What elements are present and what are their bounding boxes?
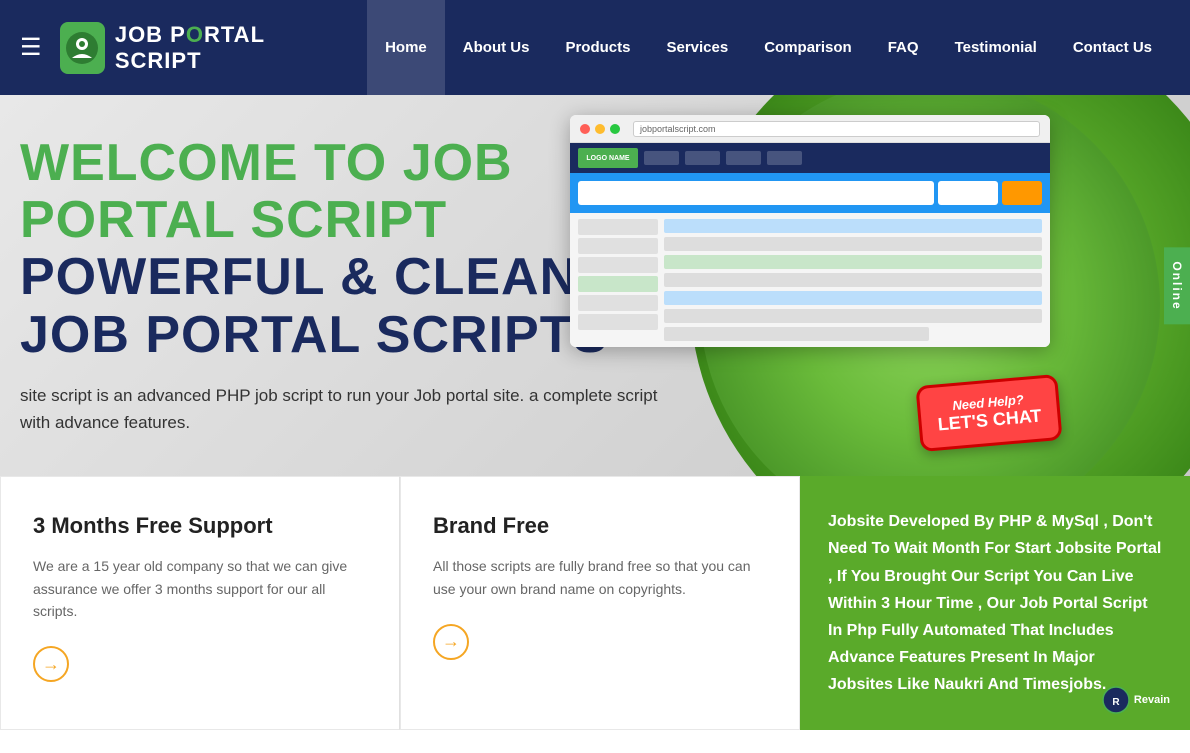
nav-faq[interactable]: FAQ (870, 0, 937, 95)
mockup-sidebar-item (578, 295, 658, 311)
svg-text:R: R (1112, 697, 1120, 708)
need-help-badge[interactable]: Need Help? LET'S CHAT (915, 374, 1062, 452)
mockup-body (570, 213, 1050, 347)
navbar: ☰ JOB PORTAL SCRIPT Home About Us Produc… (0, 0, 1190, 95)
mockup-row (664, 291, 1042, 305)
browser-dot-red (580, 124, 590, 134)
mockup-nav-1 (644, 151, 679, 165)
logo-text: JOB PORTAL SCRIPT (115, 22, 327, 74)
card-brand: Brand Free All those scripts are fully b… (400, 476, 800, 730)
mockup-row (664, 273, 1042, 287)
nav-contact[interactable]: Contact Us (1055, 0, 1170, 95)
hamburger-menu[interactable]: ☰ (20, 33, 42, 62)
nav-products[interactable]: Products (547, 0, 648, 95)
revain-label: Revain (1134, 694, 1170, 706)
mockup-row (664, 237, 1042, 251)
mockup-search-bar-2 (938, 181, 998, 205)
mockup-sidebar-item (578, 238, 658, 254)
mockup-row (664, 255, 1042, 269)
green-card-text: Jobsite Developed By PHP & MySql , Don't… (828, 508, 1162, 698)
hero-section: WELCOME TO JOB PORTAL SCRIPT POWERFUL & … (0, 95, 1190, 476)
browser-dot-green (610, 124, 620, 134)
mockup-sidebar (578, 219, 658, 341)
nav-comparison[interactable]: Comparison (746, 0, 870, 95)
mockup-row (664, 219, 1042, 233)
mockup-search-bar (578, 181, 934, 205)
mockup-row (664, 309, 1042, 323)
card-support-title: 3 Months Free Support (33, 513, 367, 539)
mockup-nav-4 (767, 151, 802, 165)
logo[interactable]: JOB PORTAL SCRIPT (60, 22, 328, 74)
card-brand-title: Brand Free (433, 513, 767, 539)
nav-menu: Home About Us Products Services Comparis… (367, 0, 1170, 95)
card-support-text: We are a 15 year old company so that we … (33, 555, 367, 622)
mockup-search-button (1002, 181, 1042, 205)
browser-dot-yellow (595, 124, 605, 134)
browser-url: jobportalscript.com (633, 121, 1040, 137)
card-support: 3 Months Free Support We are a 15 year o… (0, 476, 400, 730)
browser-content: LOGO NAME (570, 143, 1050, 347)
mockup-main (664, 219, 1042, 341)
mockup-search-area (570, 173, 1050, 213)
mockup-row (664, 327, 929, 341)
mockup-sidebar-item (578, 314, 658, 330)
mockup-sidebar-item (578, 257, 658, 273)
nav-testimonial[interactable]: Testimonial (937, 0, 1055, 95)
nav-services[interactable]: Services (648, 0, 746, 95)
hero-screenshot: jobportalscript.com LOGO NAME (570, 115, 1050, 347)
nav-about[interactable]: About Us (445, 0, 548, 95)
mockup-header: LOGO NAME (570, 143, 1050, 173)
browser-mockup: jobportalscript.com LOGO NAME (570, 115, 1050, 347)
card-support-arrow[interactable]: → (33, 646, 69, 682)
mockup-logo: LOGO NAME (578, 148, 638, 168)
mockup-sidebar-item (578, 219, 658, 235)
online-badge: Online (1164, 247, 1190, 324)
card-brand-text: All those scripts are fully brand free s… (433, 555, 767, 600)
mockup-nav-3 (726, 151, 761, 165)
logo-icon (60, 22, 105, 74)
mockup-nav-2 (685, 151, 720, 165)
card-brand-arrow[interactable]: → (433, 624, 469, 660)
browser-bar: jobportalscript.com (570, 115, 1050, 143)
mockup-sidebar-item (578, 276, 658, 292)
revain-badge: R Revain (1102, 686, 1170, 714)
nav-home[interactable]: Home (367, 0, 445, 95)
green-info-card: Jobsite Developed By PHP & MySql , Don't… (800, 476, 1190, 730)
hero-subtitle: site script is an advanced PHP job scrip… (20, 382, 670, 436)
cards-section: 3 Months Free Support We are a 15 year o… (0, 476, 1190, 730)
